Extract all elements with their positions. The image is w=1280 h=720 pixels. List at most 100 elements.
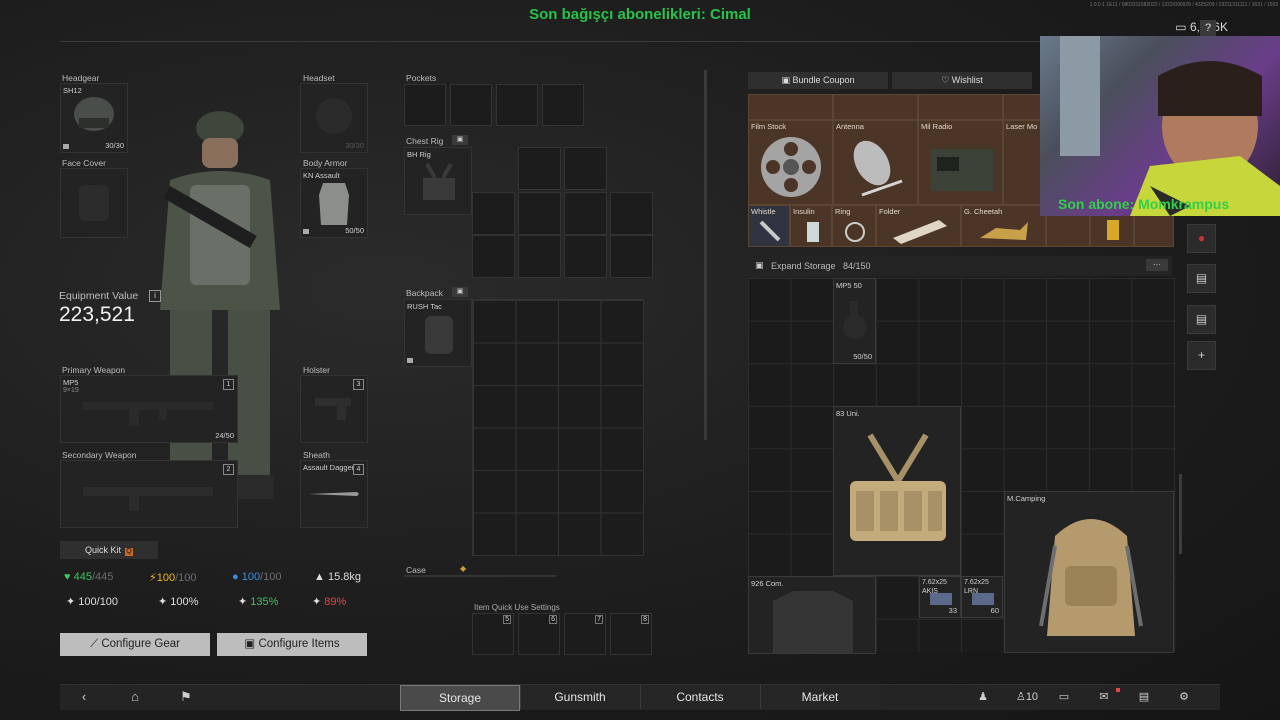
briefcase-icon[interactable]: ▣: [452, 135, 468, 145]
item-label: Ring: [835, 207, 851, 216]
items-icon: ▣: [244, 638, 259, 650]
item-label: Folder: [879, 207, 901, 216]
quick-use-slot[interactable]: 6: [518, 613, 560, 655]
shop-item-laser[interactable]: Laser Mo: [1003, 120, 1043, 205]
rig-cell[interactable]: [518, 235, 561, 278]
shop-item[interactable]: [918, 94, 1003, 120]
shop-item-ring[interactable]: Ring: [832, 205, 876, 247]
dagger-icon: [309, 492, 359, 496]
cheetah-icon: [980, 222, 1028, 240]
shop-item-mil-radio[interactable]: Mil Radio: [918, 120, 1003, 205]
tasks-icon[interactable]: ▤: [1132, 685, 1156, 709]
shop-item[interactable]: [833, 94, 918, 120]
shield-icon: ◆: [460, 564, 467, 573]
shop-item-insulin[interactable]: Insulin: [790, 205, 832, 247]
quick-kit-button[interactable]: Quick Kit Q: [60, 541, 158, 559]
item-count: 50/50: [853, 352, 872, 361]
back-icon[interactable]: ‹: [64, 685, 104, 709]
shop-item-folder[interactable]: Folder: [876, 205, 961, 247]
bundle-coupon-button[interactable]: ▣ Bundle Coupon: [748, 72, 888, 89]
sheath-slot[interactable]: Assault Dagger 4: [300, 460, 368, 528]
boot-icon: ✦: [238, 596, 251, 608]
stash-scrollbar[interactable]: [1179, 474, 1182, 554]
rig-cell[interactable]: [518, 192, 561, 235]
quick-use-slot[interactable]: 8: [610, 613, 652, 655]
stash-tab-icon[interactable]: ▤: [1187, 264, 1216, 293]
rig-cell[interactable]: [518, 147, 561, 190]
home-icon[interactable]: ⌂: [115, 685, 155, 709]
hydration-stat: ● 100/100: [232, 571, 281, 583]
stash-tab-icon[interactable]: ▤: [1187, 305, 1216, 334]
quick-use-slot[interactable]: 7: [564, 613, 606, 655]
shop-item[interactable]: [1003, 94, 1043, 120]
shop-item-film-stock[interactable]: Film Stock: [748, 120, 833, 205]
face-cover-slot[interactable]: [60, 168, 128, 238]
stash-item-backpack[interactable]: M.Camping: [1004, 491, 1174, 653]
stash-item-ammo-lrn[interactable]: 7.62x25 LRN 60: [961, 576, 1003, 618]
heart-outline-icon: ♡: [941, 75, 952, 85]
expand-storage-button[interactable]: Expand Storage: [771, 261, 836, 271]
panel-scrollbar[interactable]: [704, 70, 707, 440]
body-armor-durability: 50/50: [345, 226, 364, 235]
flag-icon[interactable]: ⚑: [166, 685, 206, 709]
headgear-slot[interactable]: SH12 30/30: [60, 83, 128, 153]
quick-use-slot[interactable]: 5: [472, 613, 514, 655]
backpack-slot[interactable]: RUSH Tac: [404, 299, 472, 367]
stash-item-ammo-akis[interactable]: 7.62x25 AKIS 33: [919, 576, 961, 618]
rig-cell[interactable]: [564, 192, 607, 235]
help-button[interactable]: ?: [1200, 20, 1216, 36]
backpack-grid[interactable]: [472, 299, 644, 556]
energy-value: 100: [156, 572, 176, 584]
header-divider: [60, 41, 1040, 42]
shop-item-antenna[interactable]: Antenna: [833, 120, 918, 205]
settings-icon[interactable]: ⚙: [1172, 685, 1196, 709]
tab-gunsmith[interactable]: Gunsmith: [520, 685, 639, 709]
gift-icon: ▣: [781, 75, 793, 85]
stash-item-mp5-mag[interactable]: MP5 50 50/50: [833, 278, 876, 364]
sheath-label: Sheath: [303, 450, 330, 460]
headset-slot[interactable]: 30/30: [300, 83, 368, 153]
record-icon[interactable]: ●: [1187, 224, 1216, 253]
rig-cell[interactable]: [610, 235, 653, 278]
secondary-weapon-slot[interactable]: 2: [60, 460, 238, 528]
configure-items-button[interactable]: ▣ Configure Items: [217, 633, 367, 656]
key-label: 7: [595, 615, 603, 624]
wishlist-button[interactable]: ♡ Wishlist: [892, 72, 1032, 89]
film-reel-icon: [761, 137, 821, 197]
pocket-cell[interactable]: [450, 84, 492, 126]
rig-cell[interactable]: [610, 192, 653, 235]
friends-button[interactable]: ♙10: [1010, 685, 1044, 709]
rig-cell[interactable]: [472, 235, 515, 278]
chest-rig-slot[interactable]: BH Rig: [404, 147, 472, 215]
tab-market[interactable]: Market: [760, 685, 879, 709]
headgear-label: Headgear: [62, 73, 100, 83]
chat-icon[interactable]: ▭: [1052, 685, 1076, 709]
configure-gear-button[interactable]: ⟋ Configure Gear: [60, 633, 210, 656]
shop-item-whistle[interactable]: Whistle: [748, 205, 790, 247]
pocket-cell[interactable]: [542, 84, 584, 126]
rig-cell[interactable]: [564, 147, 607, 190]
key-label: 5: [503, 615, 511, 624]
holster-slot[interactable]: 3: [300, 375, 368, 443]
tab-contacts[interactable]: Contacts: [640, 685, 759, 709]
body-armor-label: Body Armor: [303, 158, 348, 168]
mail-icon[interactable]: ✉: [1092, 685, 1116, 709]
tab-storage[interactable]: Storage: [400, 685, 520, 711]
pocket-cell[interactable]: [496, 84, 538, 126]
shop-item[interactable]: [748, 94, 833, 120]
drop-icon: ●: [232, 571, 242, 583]
rig-cell[interactable]: [564, 235, 607, 278]
case-slot[interactable]: [404, 575, 556, 577]
shop-item-cheetah[interactable]: G. Cheetah: [961, 205, 1046, 247]
party-icon[interactable]: ♟: [968, 685, 998, 709]
body-armor-slot[interactable]: KN Assault 50/50: [300, 168, 368, 238]
rig-cell[interactable]: [472, 192, 515, 235]
add-tab-icon[interactable]: +: [1187, 341, 1216, 370]
info-icon[interactable]: i: [149, 290, 161, 302]
more-button[interactable]: ···: [1146, 259, 1168, 271]
stash-item-chest-rig[interactable]: 83 Uni.: [833, 406, 961, 576]
briefcase-icon[interactable]: ▣: [452, 287, 468, 297]
primary-weapon-slot[interactable]: MP5 9×19 1 24/50: [60, 375, 238, 443]
stash-item-vest[interactable]: 926 Com.: [748, 576, 876, 654]
pocket-cell[interactable]: [404, 84, 446, 126]
